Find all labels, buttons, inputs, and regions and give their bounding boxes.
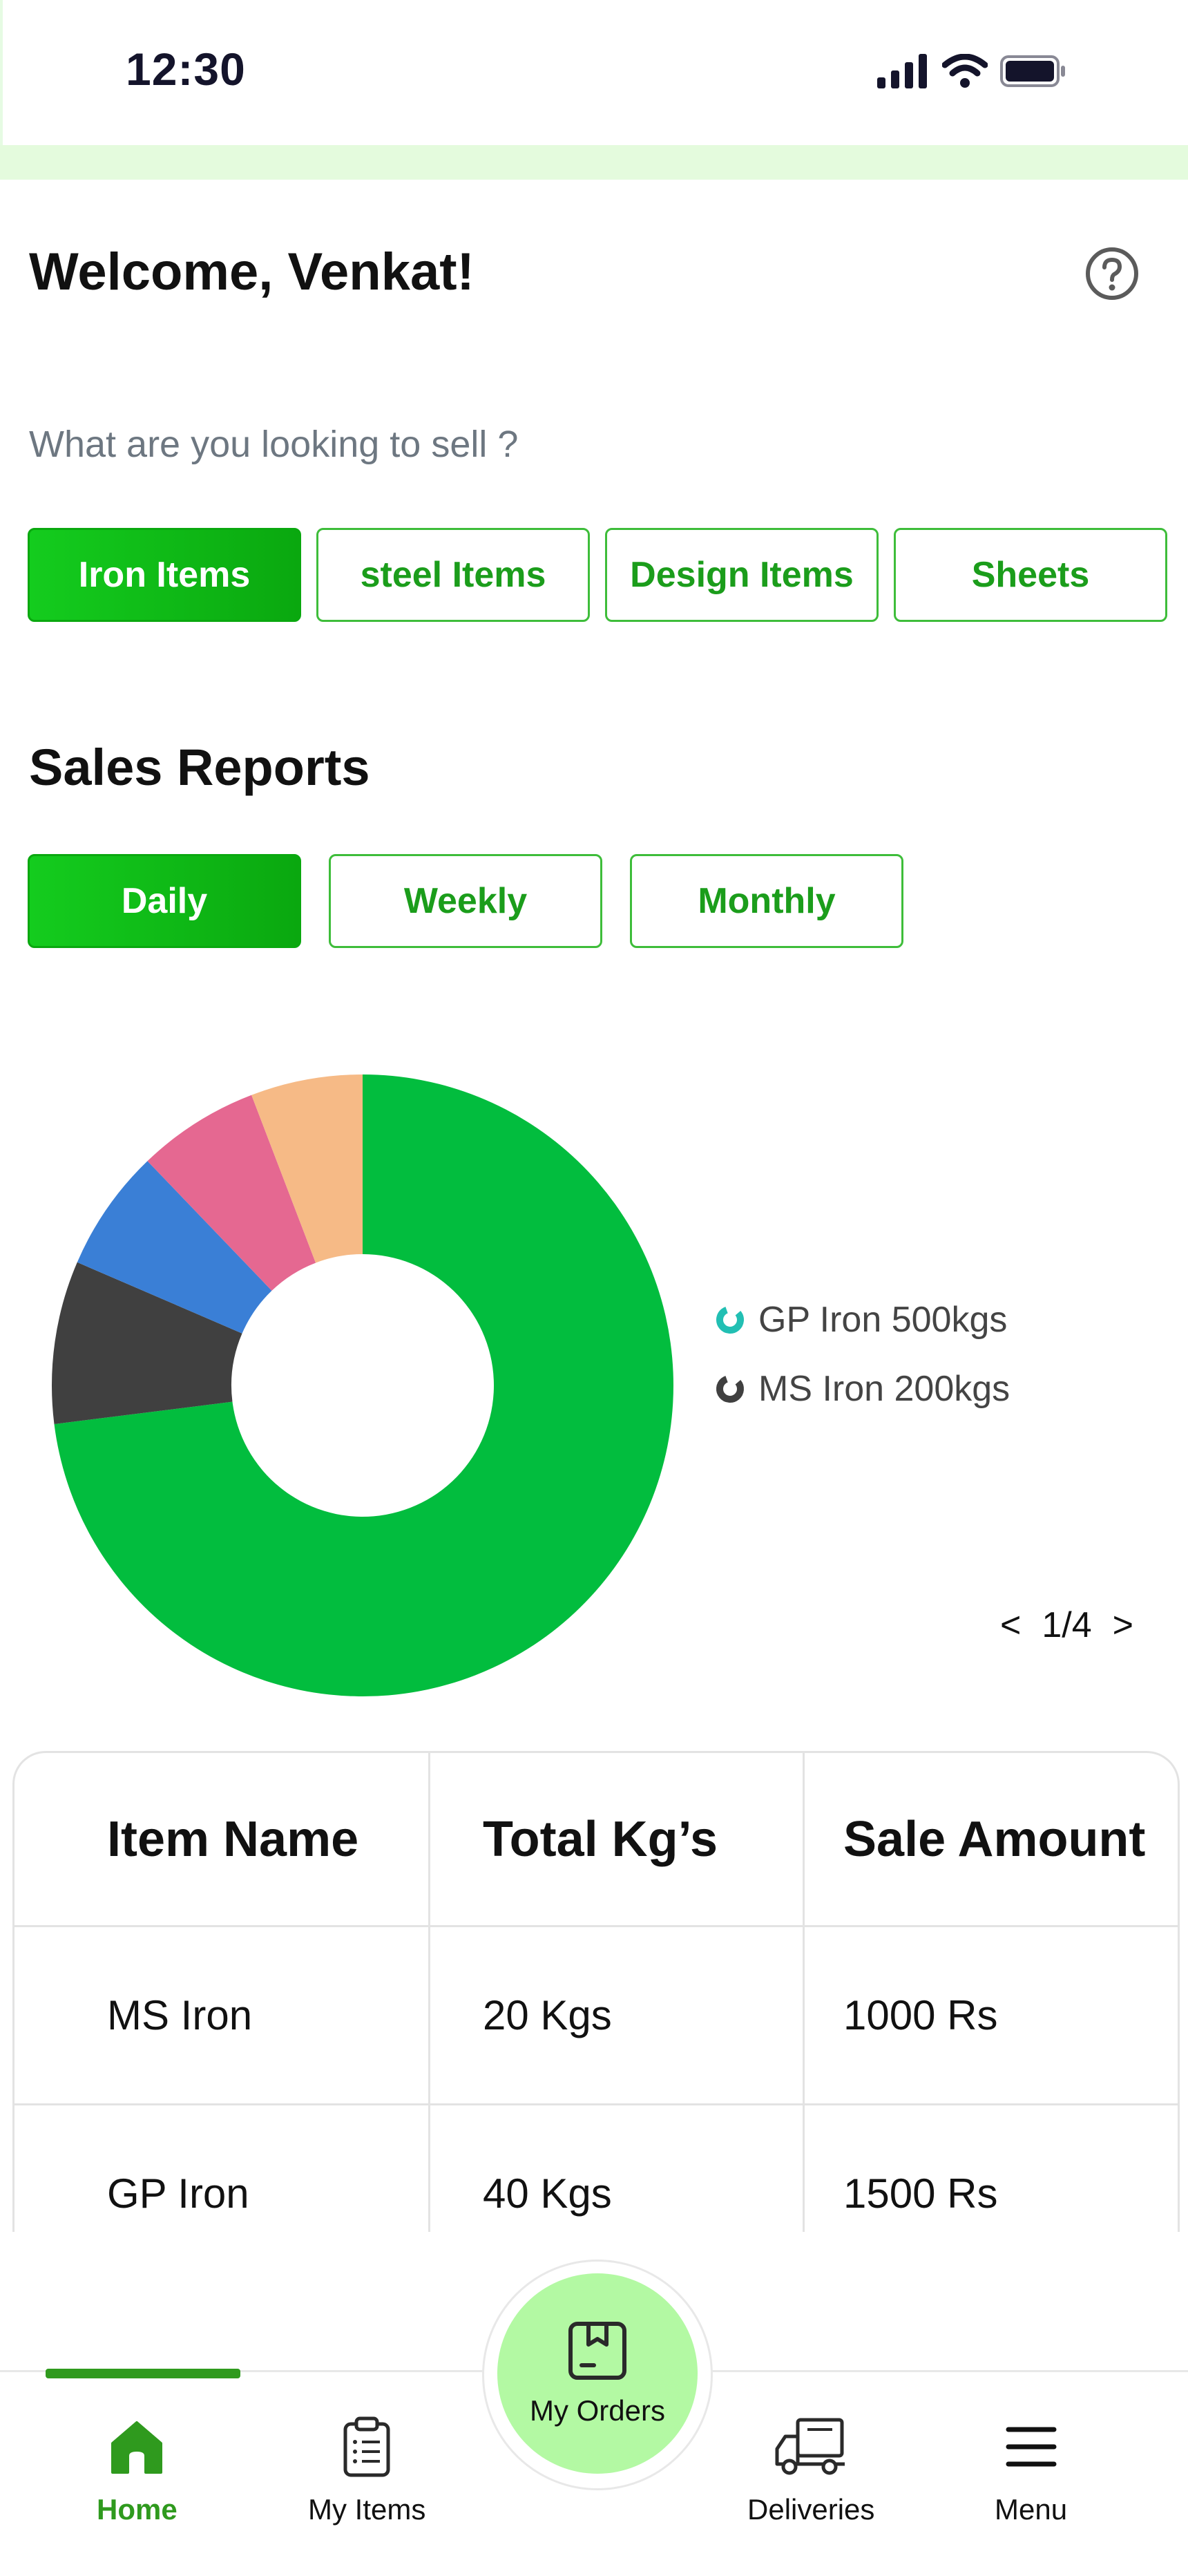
header-strip [0, 145, 1188, 180]
status-bar: 12:30 [0, 0, 1188, 149]
table-cell-total-kgs: 20 Kgs [430, 1927, 805, 2103]
chart-legend: GP Iron 500kgs MS Iron 200kgs [716, 1285, 1010, 1423]
table-cell-sale-amount: 1000 Rs [843, 1992, 998, 2038]
clipboard-icon [343, 2416, 390, 2477]
table-cell-item-name: MS Iron [15, 1927, 430, 2103]
category-chip-iron-items[interactable]: Iron Items [28, 528, 301, 622]
table-header-total-kgs: Total Kg’s [430, 1753, 805, 1925]
table-header-row: Item Name Total Kg’s Sale Amount [15, 1753, 1178, 1927]
home-icon [111, 2421, 163, 2474]
pager-page-indicator: 1/4 [1042, 1605, 1092, 1645]
table-header-item-name: Item Name [15, 1753, 430, 1925]
nav-active-indicator [46, 2369, 240, 2378]
nav-label-menu: Menu [995, 2493, 1068, 2526]
status-time: 12:30 [126, 44, 246, 95]
nav-item-deliveries[interactable]: Deliveries [747, 2416, 874, 2526]
sales-table: Item Name Total Kg’s Sale Amount MS Iron… [12, 1751, 1180, 2232]
table-cell-sale-amount: 1500 Rs [843, 2170, 998, 2217]
nav-item-my-items[interactable]: My Items [308, 2416, 425, 2526]
hamburger-menu-icon [1006, 2427, 1057, 2467]
range-chip-weekly[interactable]: Weekly [329, 854, 602, 948]
welcome-title: Welcome, Venkat! [29, 243, 475, 301]
box-icon [568, 2322, 626, 2380]
battery-icon [1000, 55, 1065, 87]
pager-prev-button[interactable]: < [1000, 1604, 1021, 1646]
pager-next-button[interactable]: > [1113, 1604, 1133, 1646]
my-orders-button[interactable]: My Orders [497, 2273, 698, 2474]
nav-label-my-items: My Items [308, 2493, 426, 2526]
my-orders-label: My Orders [529, 2394, 665, 2427]
legend-item-gp-iron: GP Iron 500kgs [716, 1285, 1010, 1354]
table-row[interactable]: MS Iron 20 Kgs 1000 Rs [15, 1927, 1178, 2105]
truck-icon [775, 2418, 845, 2475]
table-row[interactable]: GP Iron 40 Kgs 1500 Rs [15, 2105, 1178, 2232]
legend-label-ms-iron: MS Iron 200kgs [758, 1369, 1010, 1409]
category-chip-design-items[interactable]: Design Items [605, 528, 879, 622]
range-chip-daily[interactable]: Daily [28, 854, 301, 948]
legend-swatch-ms-iron-icon [716, 1375, 744, 1403]
help-icon[interactable] [1084, 246, 1140, 301]
nav-item-home[interactable]: Home [97, 2416, 178, 2526]
category-chips: Iron Items steel Items Design Items Shee… [28, 528, 1167, 622]
nav-label-home: Home [97, 2493, 178, 2526]
category-chip-steel-items[interactable]: steel Items [316, 528, 590, 622]
sales-reports-title: Sales Reports [29, 739, 370, 796]
legend-item-ms-iron: MS Iron 200kgs [716, 1354, 1010, 1423]
table-header-sale-amount: Sale Amount [843, 1811, 1146, 1867]
category-chip-sheets[interactable]: Sheets [894, 528, 1167, 622]
wifi-icon [942, 54, 988, 88]
legend-label-gp-iron: GP Iron 500kgs [758, 1300, 1008, 1340]
range-chips: Daily Weekly Monthly [28, 854, 903, 948]
nav-label-deliveries: Deliveries [747, 2493, 875, 2526]
status-icons [877, 54, 1066, 88]
table-cell-item-name: GP Iron [15, 2105, 430, 2232]
sales-donut-chart [51, 1074, 674, 1696]
table-cell-total-kgs: 40 Kgs [430, 2105, 805, 2232]
sell-question: What are you looking to sell ? [29, 424, 519, 465]
range-chip-monthly[interactable]: Monthly [630, 854, 903, 948]
signal-icon [877, 54, 927, 88]
chart-pager: < 1/4 > [1000, 1604, 1133, 1646]
legend-swatch-gp-iron-icon [716, 1306, 744, 1334]
nav-item-menu[interactable]: Menu [995, 2416, 1067, 2526]
